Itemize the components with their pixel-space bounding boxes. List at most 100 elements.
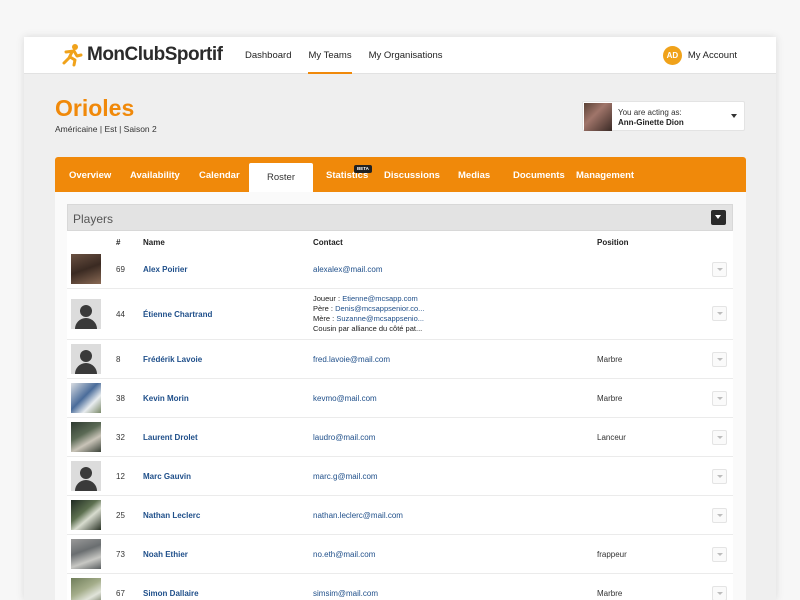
contact-email[interactable]: Denis@mcsappsenior.co... bbox=[335, 304, 424, 313]
table-row[interactable]: 44 Étienne Chartrand Joueur : Etienne@mc… bbox=[67, 289, 733, 340]
row-actions-button[interactable] bbox=[712, 586, 727, 600]
beta-badge: BETA bbox=[354, 165, 372, 173]
player-number: 25 bbox=[116, 511, 125, 520]
player-number: 67 bbox=[116, 589, 125, 598]
player-name[interactable]: Simon Dallaire bbox=[143, 589, 199, 598]
contact-label: Père : bbox=[313, 304, 336, 313]
table-row[interactable]: 32 Laurent Drolet laudro@mail.com Lanceu… bbox=[67, 418, 733, 457]
player-email[interactable]: marc.g@mail.com bbox=[313, 472, 378, 481]
player-name[interactable]: Alex Poirier bbox=[143, 265, 187, 274]
player-email[interactable]: nathan.leclerc@mail.com bbox=[313, 511, 403, 520]
nav-my-teams[interactable]: My Teams bbox=[308, 37, 352, 74]
player-name[interactable]: Marc Gauvin bbox=[143, 472, 191, 481]
contact-email[interactable]: Suzanne@mcsappsenio... bbox=[336, 314, 424, 323]
contact-line: Père : Denis@mcsappsenior.co... bbox=[313, 304, 424, 314]
col-contact-header: Contact bbox=[313, 238, 343, 247]
row-actions-button[interactable] bbox=[712, 508, 727, 523]
player-name[interactable]: Frédérik Lavoie bbox=[143, 355, 202, 364]
row-actions-button[interactable] bbox=[712, 430, 727, 445]
player-name[interactable]: Étienne Chartrand bbox=[143, 310, 212, 319]
players-title: Players bbox=[73, 212, 114, 226]
tab-documents[interactable]: Documents bbox=[513, 157, 565, 192]
table-row[interactable]: 38 Kevin Morin kevmo@mail.com Marbre bbox=[67, 379, 733, 418]
player-contacts: Joueur : Etienne@mcsapp.com Père : Denis… bbox=[313, 294, 424, 334]
col-position-header: Position bbox=[597, 238, 629, 247]
row-actions-button[interactable] bbox=[712, 469, 727, 484]
contact-label: Mère : bbox=[313, 314, 337, 323]
table-row[interactable]: 69 Alex Poirier alexalex@mail.com bbox=[67, 250, 733, 289]
col-number-header: # bbox=[116, 238, 121, 247]
table-row[interactable]: 73 Noah Ethier no.eth@mail.com frappeur bbox=[67, 535, 733, 574]
tab-availability[interactable]: Availability bbox=[130, 157, 180, 192]
chevron-down-icon bbox=[731, 114, 737, 118]
player-photo bbox=[71, 422, 101, 452]
row-actions-button[interactable] bbox=[712, 352, 727, 367]
player-number: 38 bbox=[116, 394, 125, 403]
player-name[interactable]: Kevin Morin bbox=[143, 394, 189, 403]
team-tabs: Overview Availability Calendar Roster St… bbox=[55, 157, 746, 192]
player-number: 8 bbox=[116, 355, 121, 364]
player-number: 73 bbox=[116, 550, 125, 559]
player-number: 69 bbox=[116, 265, 125, 274]
contact-line: Mère : Suzanne@mcsappsenio... bbox=[313, 314, 424, 324]
player-number: 44 bbox=[116, 310, 125, 319]
player-number: 32 bbox=[116, 433, 125, 442]
player-position: Marbre bbox=[597, 394, 623, 403]
tab-management[interactable]: Management bbox=[576, 157, 634, 192]
tab-statistics[interactable]: Statistics bbox=[326, 157, 368, 192]
tab-medias[interactable]: Medias bbox=[458, 157, 490, 192]
acting-label: You are acting as: bbox=[618, 108, 682, 117]
row-actions-button[interactable] bbox=[712, 262, 727, 277]
player-position: frappeur bbox=[597, 550, 627, 559]
brand[interactable]: MonClubSportif bbox=[60, 43, 223, 67]
player-email[interactable]: simsim@mail.com bbox=[313, 589, 378, 598]
row-actions-button[interactable] bbox=[712, 306, 727, 321]
contact-label: Joueur : bbox=[313, 294, 343, 303]
player-position: Marbre bbox=[597, 355, 623, 364]
contact-email[interactable]: Etienne@mcsapp.com bbox=[342, 294, 418, 303]
tab-discussions[interactable]: Discussions bbox=[384, 157, 440, 192]
col-name-header: Name bbox=[143, 238, 165, 247]
player-number: 12 bbox=[116, 472, 125, 481]
table-row[interactable]: 12 Marc Gauvin marc.g@mail.com bbox=[67, 457, 733, 496]
player-photo bbox=[71, 254, 101, 284]
player-position: Marbre bbox=[597, 589, 623, 598]
contact-line: Cousin par alliance du côté pat... bbox=[313, 324, 424, 334]
nav-dashboard[interactable]: Dashboard bbox=[245, 37, 291, 74]
acting-avatar bbox=[584, 103, 612, 131]
player-email[interactable]: alexalex@mail.com bbox=[313, 265, 382, 274]
roster-content: Players # Name Contact Position 69 Alex … bbox=[55, 192, 746, 600]
collapse-button[interactable] bbox=[711, 210, 726, 225]
row-actions-button[interactable] bbox=[712, 391, 727, 406]
player-email[interactable]: kevmo@mail.com bbox=[313, 394, 377, 403]
contact-line: Joueur : Etienne@mcsapp.com bbox=[313, 294, 424, 304]
avatar: AD bbox=[662, 46, 682, 65]
player-email[interactable]: fred.lavoie@mail.com bbox=[313, 355, 390, 364]
team-title: Orioles bbox=[55, 95, 135, 121]
player-position: Lanceur bbox=[597, 433, 626, 442]
player-name[interactable]: Laurent Drolet bbox=[143, 433, 198, 442]
brand-name: MonClubSportif bbox=[87, 44, 223, 65]
tab-roster[interactable]: Roster bbox=[249, 163, 313, 192]
table-row[interactable]: 25 Nathan Leclerc nathan.leclerc@mail.co… bbox=[67, 496, 733, 535]
nav-my-organisations[interactable]: My Organisations bbox=[369, 37, 443, 74]
player-email[interactable]: no.eth@mail.com bbox=[313, 550, 375, 559]
account-menu[interactable]: AD My Account bbox=[662, 46, 737, 65]
main-nav: Dashboard My Teams My Organisations bbox=[245, 37, 460, 74]
player-photo bbox=[71, 383, 101, 413]
contact-label: Cousin par alliance du côté pat... bbox=[313, 324, 423, 333]
player-name[interactable]: Noah Ethier bbox=[143, 550, 188, 559]
team-subtitle: Américaine | Est | Saison 2 bbox=[55, 124, 157, 134]
row-actions-button[interactable] bbox=[712, 547, 727, 562]
tab-calendar[interactable]: Calendar bbox=[199, 157, 240, 192]
table-row[interactable]: 8 Frédérik Lavoie fred.lavoie@mail.com M… bbox=[67, 340, 733, 379]
player-photo bbox=[71, 539, 101, 569]
default-avatar-icon bbox=[71, 344, 101, 374]
acting-as-dropdown[interactable]: You are acting as: Ann-Ginette Dion bbox=[582, 101, 745, 131]
app-window: MonClubSportif Dashboard My Teams My Org… bbox=[24, 37, 776, 600]
player-photo bbox=[71, 578, 101, 600]
player-email[interactable]: laudro@mail.com bbox=[313, 433, 375, 442]
tab-overview[interactable]: Overview bbox=[69, 157, 111, 192]
table-row[interactable]: 67 Simon Dallaire simsim@mail.com Marbre bbox=[67, 574, 733, 600]
player-name[interactable]: Nathan Leclerc bbox=[143, 511, 200, 520]
